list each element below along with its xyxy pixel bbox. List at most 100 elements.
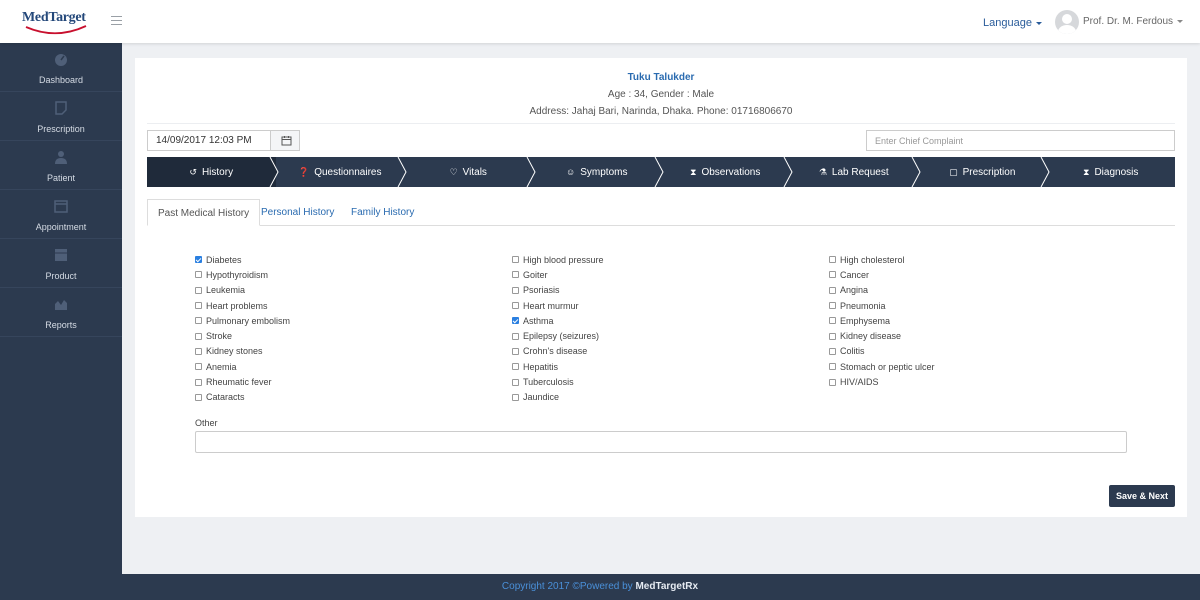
condition-checkbox-row[interactable]: Stroke bbox=[195, 328, 290, 343]
checkbox[interactable] bbox=[512, 363, 519, 371]
footer: Copyright 2017 ©Powered by MedTargetRx bbox=[0, 574, 1200, 600]
checkbox[interactable] bbox=[195, 302, 202, 310]
checkbox[interactable] bbox=[829, 271, 836, 279]
condition-checkbox-row[interactable]: Rheumatic fever bbox=[195, 374, 290, 389]
step-vitals[interactable]: ♡ Vitals bbox=[404, 157, 536, 187]
checkbox[interactable] bbox=[512, 332, 519, 340]
checkbox-checked[interactable] bbox=[512, 317, 519, 325]
checkbox[interactable] bbox=[195, 347, 202, 355]
condition-label: Tuberculosis bbox=[523, 377, 574, 388]
checkbox[interactable] bbox=[512, 378, 519, 386]
step-lab-request[interactable]: ⚗ Lab Request bbox=[790, 157, 921, 187]
caret-down-icon bbox=[1177, 19, 1184, 23]
checkbox[interactable] bbox=[829, 363, 836, 371]
tab-personal-history[interactable]: Personal History bbox=[251, 199, 344, 226]
condition-checkbox-row[interactable]: High blood pressure bbox=[512, 252, 604, 267]
condition-label: Crohn's disease bbox=[523, 346, 588, 357]
step-symptoms[interactable]: ☺ Symptoms bbox=[533, 157, 664, 187]
step-separator-chevron-icon bbox=[397, 157, 407, 187]
sidebar-item-reports[interactable]: Reports bbox=[0, 288, 122, 337]
sidebar-item-appointment[interactable]: Appointment bbox=[0, 190, 122, 239]
checkbox[interactable] bbox=[829, 302, 836, 310]
conditions-column-3: High cholesterol Cancer Angina Pneumonia Emp… bbox=[829, 252, 935, 390]
condition-checkbox-row[interactable]: Epilepsy (seizures) bbox=[512, 328, 604, 343]
condition-checkbox-row[interactable]: Tuberculosis bbox=[512, 374, 604, 389]
checkbox[interactable] bbox=[829, 332, 836, 340]
checkbox[interactable] bbox=[829, 256, 836, 264]
condition-checkbox-row[interactable]: Hepatitis bbox=[512, 359, 604, 374]
menu-toggle-icon[interactable] bbox=[111, 16, 122, 25]
condition-checkbox-row[interactable]: Goiter bbox=[512, 267, 604, 282]
condition-label: Emphysema bbox=[840, 315, 891, 326]
checkbox[interactable] bbox=[195, 317, 202, 325]
condition-label: Heart problems bbox=[206, 300, 268, 311]
checkbox[interactable] bbox=[512, 286, 519, 294]
checkbox[interactable] bbox=[512, 393, 519, 401]
condition-checkbox-row[interactable]: Heart murmur bbox=[512, 298, 604, 313]
condition-checkbox-row[interactable]: Psoriasis bbox=[512, 283, 604, 298]
condition-checkbox-row[interactable]: Diabetes bbox=[195, 252, 290, 267]
user-menu[interactable]: Prof. Dr. M. Ferdous bbox=[1083, 16, 1184, 27]
flask-icon: ⚗ bbox=[818, 166, 827, 177]
checkbox[interactable] bbox=[195, 378, 202, 386]
condition-checkbox-row[interactable]: Anemia bbox=[195, 359, 290, 374]
condition-checkbox-row[interactable]: HIV/AIDS bbox=[829, 374, 935, 389]
condition-checkbox-row[interactable]: Jaundice bbox=[512, 390, 604, 405]
other-input[interactable] bbox=[195, 431, 1127, 453]
tab-past-medical-history[interactable]: Past Medical History bbox=[147, 199, 261, 226]
condition-checkbox-row[interactable]: Kidney disease bbox=[829, 328, 935, 343]
save-next-button[interactable]: Save & Next bbox=[1109, 485, 1175, 507]
step-label: Prescription bbox=[962, 166, 1016, 178]
language-dropdown[interactable]: Language bbox=[983, 17, 1042, 29]
checkbox[interactable] bbox=[512, 256, 519, 264]
condition-checkbox-row[interactable]: Leukemia bbox=[195, 283, 290, 298]
condition-checkbox-row[interactable]: Cancer bbox=[829, 267, 935, 282]
condition-label: Cancer bbox=[840, 269, 870, 280]
tab-family-history[interactable]: Family History bbox=[341, 199, 424, 226]
datetime-input[interactable] bbox=[147, 130, 270, 151]
step-separator-chevron-icon bbox=[1040, 157, 1050, 187]
checkbox[interactable] bbox=[195, 393, 202, 401]
condition-checkbox-row[interactable]: Heart problems bbox=[195, 298, 290, 313]
chief-complaint-input[interactable] bbox=[866, 130, 1175, 151]
condition-checkbox-row[interactable]: High cholesterol bbox=[829, 252, 935, 267]
symptoms-icon: ☺ bbox=[566, 167, 576, 177]
checkbox[interactable] bbox=[195, 286, 202, 294]
condition-checkbox-row[interactable]: Asthma bbox=[512, 313, 604, 328]
condition-checkbox-row[interactable]: Colitis bbox=[829, 344, 935, 359]
condition-checkbox-row[interactable]: Pulmonary embolism bbox=[195, 313, 290, 328]
step-prescription[interactable]: ▢ Prescription bbox=[918, 157, 1050, 187]
condition-checkbox-row[interactable]: Stomach or peptic ulcer bbox=[829, 359, 935, 374]
checkbox[interactable] bbox=[195, 271, 202, 279]
step-diagnosis[interactable]: ⧗ Diagnosis bbox=[1047, 157, 1176, 187]
step-questionnaires[interactable]: ❓ Questionnaires bbox=[276, 157, 407, 187]
condition-checkbox-row[interactable]: Hypothyroidism bbox=[195, 267, 290, 282]
checkbox[interactable] bbox=[195, 332, 202, 340]
checkbox[interactable] bbox=[829, 347, 836, 355]
condition-checkbox-row[interactable]: Cataracts bbox=[195, 390, 290, 405]
condition-checkbox-row[interactable]: Crohn's disease bbox=[512, 344, 604, 359]
sidebar-item-product[interactable]: Product bbox=[0, 239, 122, 288]
calendar-button[interactable] bbox=[270, 130, 300, 151]
step-history[interactable]: ↺ History bbox=[147, 157, 279, 187]
condition-checkbox-row[interactable]: Emphysema bbox=[829, 313, 935, 328]
checkbox[interactable] bbox=[512, 347, 519, 355]
checkbox-checked[interactable] bbox=[195, 256, 202, 264]
checkbox[interactable] bbox=[829, 317, 836, 325]
condition-checkbox-row[interactable]: Pneumonia bbox=[829, 298, 935, 313]
condition-checkbox-row[interactable]: Kidney stones bbox=[195, 344, 290, 359]
checkbox[interactable] bbox=[829, 378, 836, 386]
sidebar-item-prescription[interactable]: Prescription bbox=[0, 92, 122, 141]
sidebar-item-patient[interactable]: Patient bbox=[0, 141, 122, 190]
checkbox[interactable] bbox=[829, 286, 836, 294]
checkbox[interactable] bbox=[512, 302, 519, 310]
checkbox[interactable] bbox=[512, 271, 519, 279]
condition-checkbox-row[interactable]: Angina bbox=[829, 283, 935, 298]
sidebar-item-dashboard[interactable]: Dashboard bbox=[0, 43, 122, 92]
step-label: Symptoms bbox=[580, 166, 628, 178]
medtarget-logo[interactable]: MedTarget bbox=[22, 6, 90, 38]
checkbox[interactable] bbox=[195, 363, 202, 371]
step-observations[interactable]: ⧗ Observations bbox=[661, 157, 793, 187]
step-label: Questionnaires bbox=[314, 166, 382, 178]
user-avatar[interactable] bbox=[1055, 10, 1079, 34]
